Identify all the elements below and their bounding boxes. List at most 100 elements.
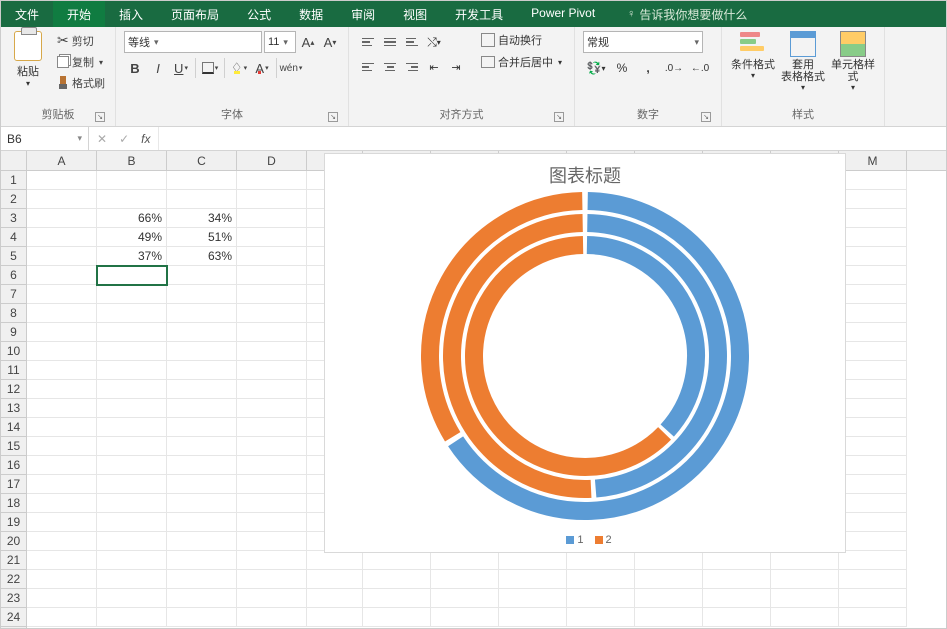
tab-insert[interactable]: 插入 [105,1,157,27]
cell[interactable] [771,570,839,589]
chart-object[interactable]: 图表标题 1 2 [324,153,846,553]
align-right-button[interactable] [401,56,423,78]
cell[interactable] [27,494,97,513]
cell[interactable]: 34% [167,209,237,228]
cell[interactable] [839,475,907,494]
cell[interactable] [97,437,167,456]
cell[interactable] [839,551,907,570]
cell-styles-button[interactable]: 单元格样式▾ [830,31,876,92]
cell[interactable] [167,551,237,570]
cell[interactable] [839,418,907,437]
cell[interactable] [839,228,907,247]
row-header[interactable]: 7 [1,285,26,304]
cell[interactable]: 63% [167,247,237,266]
cell[interactable] [567,608,635,627]
cell[interactable] [97,475,167,494]
cell[interactable] [307,570,363,589]
cell[interactable] [167,323,237,342]
number-format-combo[interactable]: 常规▾ [583,31,703,53]
cell[interactable] [839,494,907,513]
format-painter-button[interactable]: 格式刷 [55,74,107,92]
cell[interactable] [839,323,907,342]
cell[interactable] [27,266,97,285]
dialog-launcher-icon[interactable]: ↘ [554,112,564,122]
fill-color-button[interactable]: ♢▾ [228,57,250,79]
cell[interactable] [635,608,703,627]
italic-button[interactable]: I [147,57,169,79]
align-bottom-button[interactable] [401,31,423,53]
cell[interactable] [839,399,907,418]
cell[interactable] [167,304,237,323]
cell[interactable] [307,608,363,627]
cell[interactable] [703,589,771,608]
comma-button[interactable]: , [635,57,661,79]
cell[interactable] [27,532,97,551]
dialog-launcher-icon[interactable]: ↘ [95,112,105,122]
cell[interactable] [167,418,237,437]
cell[interactable] [167,532,237,551]
cell[interactable] [567,551,635,570]
cell[interactable] [237,437,307,456]
cell[interactable] [839,209,907,228]
indent-inc-button[interactable]: ⇥ [445,56,467,78]
cell[interactable] [237,494,307,513]
cell[interactable] [839,247,907,266]
row-header[interactable]: 10 [1,342,26,361]
cell[interactable] [431,570,499,589]
align-center-button[interactable] [379,56,401,78]
cell[interactable] [27,380,97,399]
cell[interactable] [635,551,703,570]
cell[interactable] [27,171,97,190]
align-top-button[interactable] [357,31,379,53]
cell[interactable] [97,551,167,570]
cell[interactable] [167,494,237,513]
cell[interactable] [167,589,237,608]
decrease-decimal-button[interactable]: ←.0 [687,57,713,79]
row-header[interactable]: 8 [1,304,26,323]
cell[interactable]: 49% [97,228,167,247]
cell[interactable] [167,608,237,627]
indent-dec-button[interactable]: ⇤ [423,56,445,78]
decrease-font-button[interactable]: A▾ [320,31,340,53]
wrap-text-button[interactable]: 自动换行 [477,31,566,49]
row-header[interactable]: 2 [1,190,26,209]
cell[interactable] [499,551,567,570]
cell[interactable] [97,285,167,304]
cell[interactable] [363,589,431,608]
cell[interactable] [27,456,97,475]
orientation-button[interactable]: ⤭▾ [423,31,445,53]
dialog-launcher-icon[interactable]: ↘ [701,112,711,122]
cell[interactable] [167,190,237,209]
row-header[interactable]: 14 [1,418,26,437]
cell[interactable] [97,608,167,627]
cell[interactable] [97,323,167,342]
cell[interactable] [167,266,237,285]
column-header[interactable]: C [167,151,237,170]
row-header[interactable]: 11 [1,361,26,380]
cell[interactable] [839,437,907,456]
cell[interactable] [237,513,307,532]
cell[interactable] [431,551,499,570]
row-header[interactable]: 18 [1,494,26,513]
cell[interactable] [27,589,97,608]
row-header[interactable]: 23 [1,589,26,608]
cell[interactable] [27,228,97,247]
cell[interactable] [27,247,97,266]
cell[interactable] [27,361,97,380]
cell[interactable] [499,608,567,627]
cell[interactable] [97,418,167,437]
cell[interactable] [839,171,907,190]
cell[interactable] [97,570,167,589]
cancel-icon[interactable]: ✕ [97,132,107,146]
cell[interactable] [635,570,703,589]
row-header[interactable]: 16 [1,456,26,475]
cell[interactable] [97,361,167,380]
tab-dev[interactable]: 开发工具 [441,1,517,27]
cell[interactable] [27,190,97,209]
cell[interactable] [237,361,307,380]
cell[interactable] [839,361,907,380]
cell[interactable] [703,551,771,570]
cell[interactable] [839,589,907,608]
row-header[interactable]: 20 [1,532,26,551]
font-color-button[interactable]: A▾ [251,57,273,79]
